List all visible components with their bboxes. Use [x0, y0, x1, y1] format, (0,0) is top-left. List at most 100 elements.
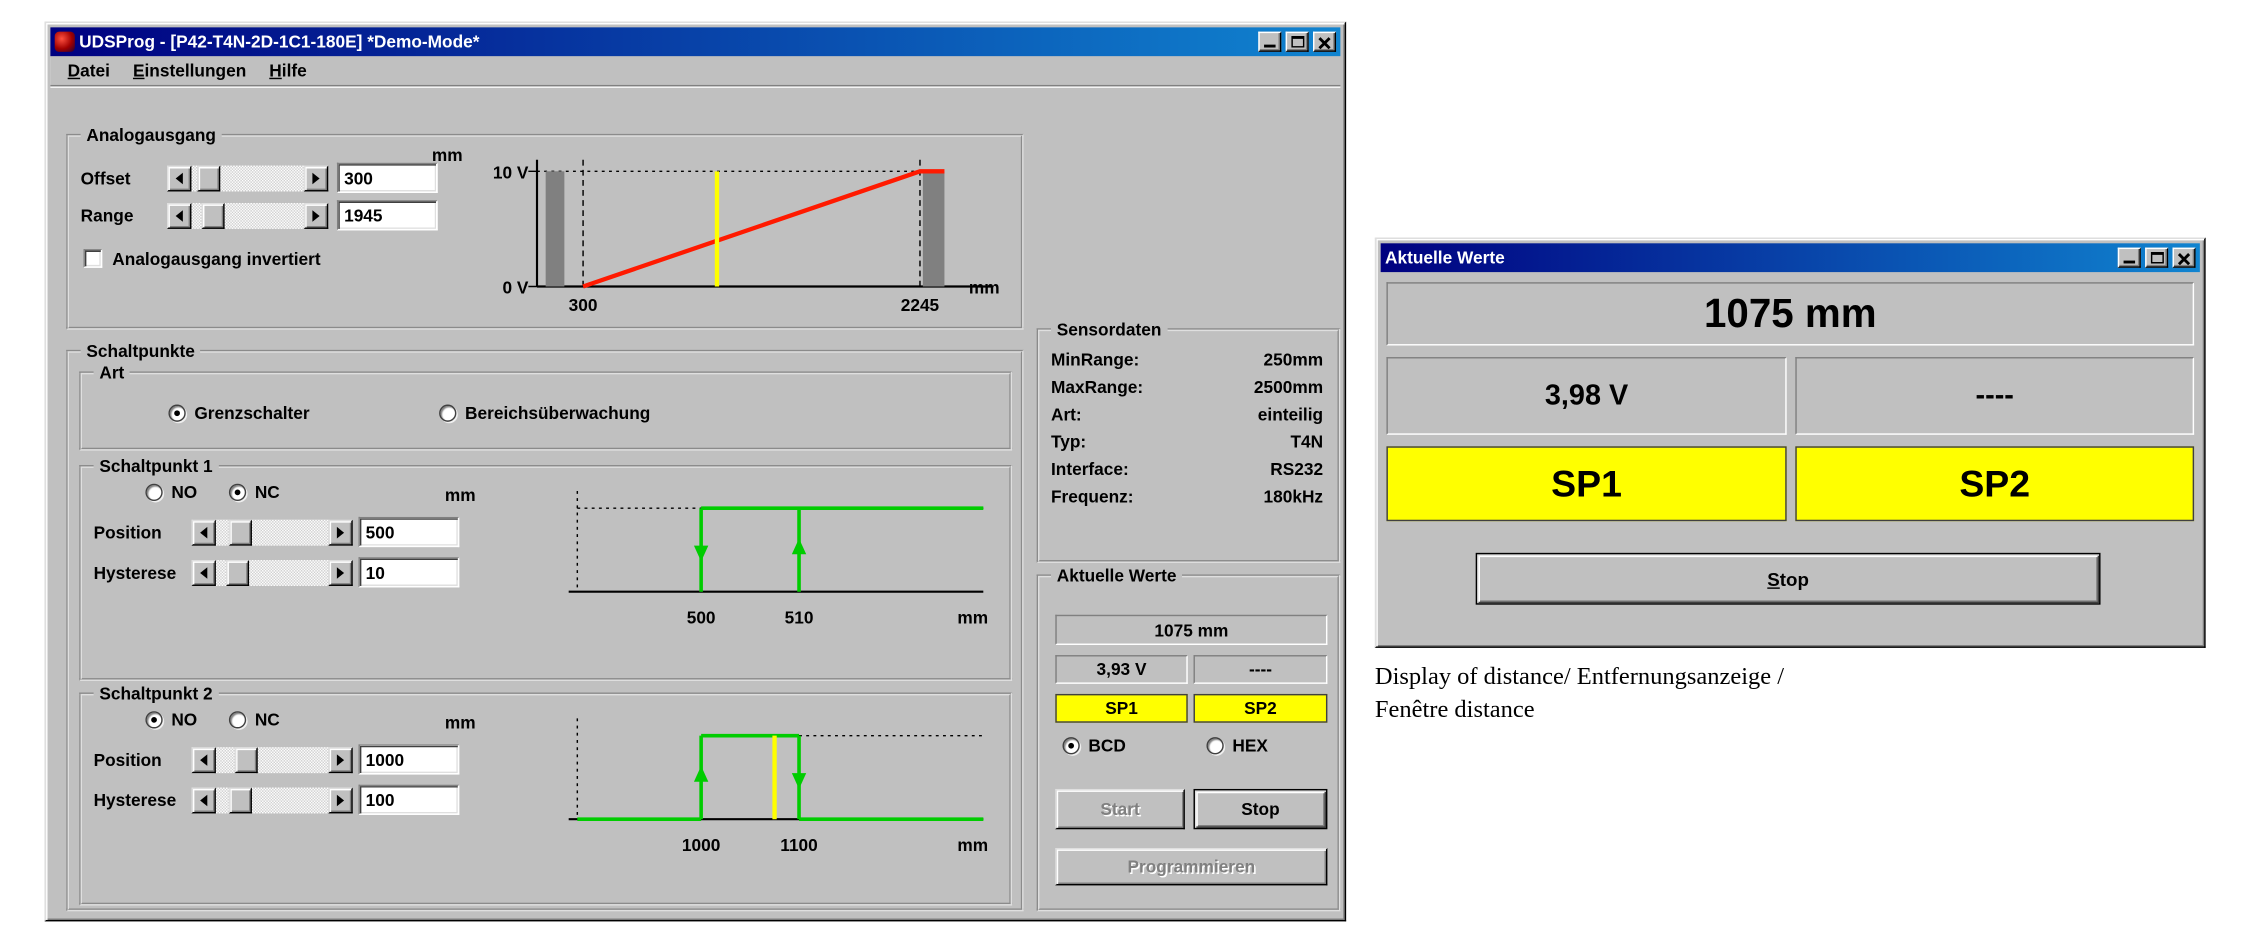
sp1-nc-radio[interactable]: NC	[229, 482, 280, 502]
secondary-display: ----	[1194, 655, 1328, 684]
sensor-row-label: MaxRange:	[1051, 377, 1143, 397]
sp1-position-label: Position	[94, 523, 162, 543]
minimize-icon	[2124, 261, 2136, 264]
sp2-hysterese-input[interactable]	[358, 785, 459, 815]
sp1-hysterese-input[interactable]	[358, 557, 459, 587]
sp1-hysterese-scroll-right-button[interactable]	[328, 560, 352, 586]
app-icon[interactable]	[55, 32, 75, 52]
sp2-position-scroll-track[interactable]	[216, 747, 328, 773]
range-scroll-right-button[interactable]	[304, 203, 328, 229]
menubar: Datei Einstellungen Hilfe	[50, 56, 1340, 86]
stop-button[interactable]: Stop	[1194, 789, 1328, 829]
schaltpunkt1-group: Schaltpunkt 1 NO NC mm Position Hys	[79, 465, 1012, 681]
range-scrollbar[interactable]	[167, 203, 328, 229]
radio-icon	[145, 484, 162, 501]
sensor-row-value: 250mm	[1264, 350, 1324, 370]
sp2-hysterese-scroll-right-button[interactable]	[328, 788, 352, 814]
range-scroll-track[interactable]	[191, 203, 303, 229]
range-scroll-left-button[interactable]	[167, 203, 191, 229]
hex-radio[interactable]: HEX	[1206, 736, 1267, 756]
sp2-position-scrollbar[interactable]	[191, 747, 352, 773]
blind-zone-right	[923, 171, 945, 286]
grenzschalter-radio-label: Grenzschalter	[194, 403, 309, 423]
schaltpunkte-group-label: Schaltpunkte	[81, 341, 201, 361]
offset-scrollbar[interactable]	[167, 166, 328, 192]
main-titlebar[interactable]: UDSProg - [P42-T4N-2D-1C1-180E] *Demo-Mo…	[50, 27, 1340, 56]
sensordaten-group: Sensordaten MinRange: 250mm MaxRange: 25…	[1037, 328, 1341, 563]
schaltpunkt2-group-label: Schaltpunkt 2	[94, 684, 219, 704]
minimize-button[interactable]	[2118, 248, 2141, 268]
sp1-no-radio[interactable]: NO	[145, 482, 197, 502]
aktuelle-werte-group-label: Aktuelle Werte	[1051, 566, 1182, 586]
grenzschalter-radio[interactable]: Grenzschalter	[168, 403, 309, 423]
aktuelle-werte-group: Aktuelle Werte 1075 mm 3,93 V ---- SP1 S…	[1037, 574, 1341, 911]
sensor-row-value: 180kHz	[1264, 487, 1324, 507]
sp2-hysterese-scroll-thumb[interactable]	[229, 788, 252, 814]
sp1-hysterese-scroll-track[interactable]	[216, 560, 328, 586]
sp1-position-scroll-track[interactable]	[216, 520, 328, 546]
sp1-hysterese-scrollbar[interactable]	[191, 560, 352, 586]
menu-einstellungen[interactable]: Einstellungen	[121, 58, 257, 84]
radio-icon	[1062, 737, 1079, 754]
range-scroll-thumb[interactable]	[202, 203, 225, 229]
analog-unit-label: mm	[969, 278, 1000, 298]
stop-button[interactable]: Stop	[1476, 553, 2101, 605]
sp2-hysterese-scrollbar[interactable]	[191, 788, 352, 814]
analogausgang-group-label: Analogausgang	[81, 125, 222, 145]
schaltpunkt2-group: Schaltpunkt 2 NO NC mm Position Hys	[79, 692, 1012, 905]
offset-scroll-track[interactable]	[191, 166, 303, 192]
bereichsueberwachung-radio[interactable]: Bereichsüberwachung	[439, 403, 650, 423]
programmieren-button[interactable]: Programmieren	[1055, 848, 1327, 885]
sp2-hysterese-scroll-track[interactable]	[216, 788, 328, 814]
sp2-nc-radio[interactable]: NC	[229, 710, 280, 730]
sp1-position-input[interactable]	[358, 517, 459, 547]
caption: Display of distance/ Entfernungsanzeige …	[1375, 659, 1784, 725]
range-input[interactable]	[337, 200, 438, 230]
sp2-position-scroll-right-button[interactable]	[328, 747, 352, 773]
sensor-row-value: T4N	[1290, 432, 1323, 452]
blind-zone-left	[546, 171, 565, 286]
arrow-right-icon	[312, 210, 319, 222]
minimize-button[interactable]	[1258, 32, 1281, 52]
voltage-display: 3,93 V	[1055, 655, 1187, 684]
sp2-unit-header: mm	[445, 713, 476, 733]
schaltpunkte-group: Schaltpunkte Art Grenzschalter Bereichsü…	[66, 350, 1023, 911]
analog-ymax-label: 10 V	[493, 163, 529, 183]
sp1-position-scroll-left-button[interactable]	[191, 520, 215, 546]
sp2-position-scroll-left-button[interactable]	[191, 747, 215, 773]
values-titlebar[interactable]: Aktuelle Werte	[1381, 243, 2200, 272]
sp1-position-scroll-right-button[interactable]	[328, 520, 352, 546]
offset-scroll-thumb[interactable]	[197, 166, 220, 192]
range-label: Range	[81, 206, 134, 226]
close-icon	[1317, 35, 1331, 48]
distance-display: 1075 mm	[1386, 282, 2194, 345]
menu-datei[interactable]: Datei	[56, 58, 121, 84]
start-button[interactable]: Start	[1055, 789, 1185, 829]
maximize-icon	[1291, 36, 1304, 48]
maximize-button[interactable]	[1286, 32, 1309, 52]
offset-scroll-right-button[interactable]	[304, 166, 328, 192]
arrow-down-icon	[792, 773, 806, 789]
offset-input[interactable]	[337, 163, 438, 193]
offset-scroll-left-button[interactable]	[167, 166, 191, 192]
close-icon	[2177, 251, 2191, 264]
menu-hilfe[interactable]: Hilfe	[258, 58, 318, 84]
offset-label: Offset	[81, 168, 131, 188]
sp2-position-scroll-thumb[interactable]	[235, 747, 258, 773]
sp2-hysterese-scroll-left-button[interactable]	[191, 788, 215, 814]
close-button[interactable]	[1313, 32, 1336, 52]
analog-curve	[583, 171, 944, 286]
arrow-right-icon	[337, 754, 344, 766]
sp1-hysterese-scroll-thumb[interactable]	[226, 560, 249, 586]
sensordaten-group-label: Sensordaten	[1051, 320, 1167, 340]
sp2-position-input[interactable]	[358, 744, 459, 774]
sp1-position-scrollbar[interactable]	[191, 520, 352, 546]
maximize-button[interactable]	[2145, 248, 2168, 268]
close-button[interactable]	[2173, 248, 2196, 268]
sp1-position-scroll-thumb[interactable]	[229, 520, 252, 546]
invert-checkbox[interactable]	[84, 249, 103, 268]
sp1-hysterese-scroll-left-button[interactable]	[191, 560, 215, 586]
bcd-radio[interactable]: BCD	[1062, 736, 1125, 756]
arrow-left-icon	[176, 210, 183, 222]
sp2-no-radio[interactable]: NO	[145, 710, 197, 730]
